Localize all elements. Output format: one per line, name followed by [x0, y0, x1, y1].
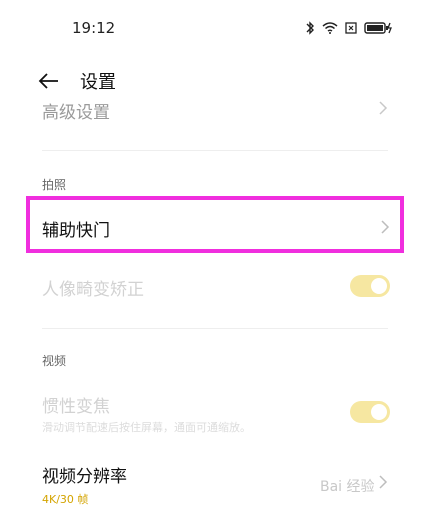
chevron-right-icon — [378, 474, 388, 490]
divider — [42, 150, 388, 151]
portrait-distortion-label: 人像畸变矫正 — [42, 280, 144, 300]
bluetooth-icon — [305, 21, 315, 35]
inertial-zoom-label: 惯性变焦 — [42, 397, 110, 417]
battery-icon — [364, 22, 392, 34]
advanced-settings-label: 高级设置 — [42, 103, 110, 123]
section-title-video: 视频 — [42, 354, 67, 368]
status-time: 19:12 — [72, 19, 116, 37]
status-bar: 19:12 — [0, 0, 434, 58]
wifi-icon — [322, 22, 338, 34]
video-resolution-label: 视频分辨率 — [42, 467, 127, 487]
status-icons — [305, 18, 392, 38]
inertial-zoom-toggle[interactable] — [350, 401, 390, 423]
video-resolution-value: 4K/30 帧 — [42, 493, 89, 506]
chevron-right-icon — [380, 219, 390, 235]
divider — [42, 328, 388, 329]
sim-icon — [345, 22, 357, 34]
page-title: 设置 — [80, 72, 116, 93]
inertial-zoom-description: 滑动调节配速后按住屏幕，通面可通缩放。 — [42, 421, 251, 434]
assist-shutter-label: 辅助快门 — [42, 221, 110, 241]
watermark: Bai 经验 — [320, 479, 375, 495]
back-arrow-icon[interactable] — [38, 71, 62, 91]
section-title-photo: 拍照 — [42, 178, 67, 192]
chevron-right-icon — [378, 100, 388, 116]
portrait-distortion-toggle[interactable] — [350, 275, 390, 297]
